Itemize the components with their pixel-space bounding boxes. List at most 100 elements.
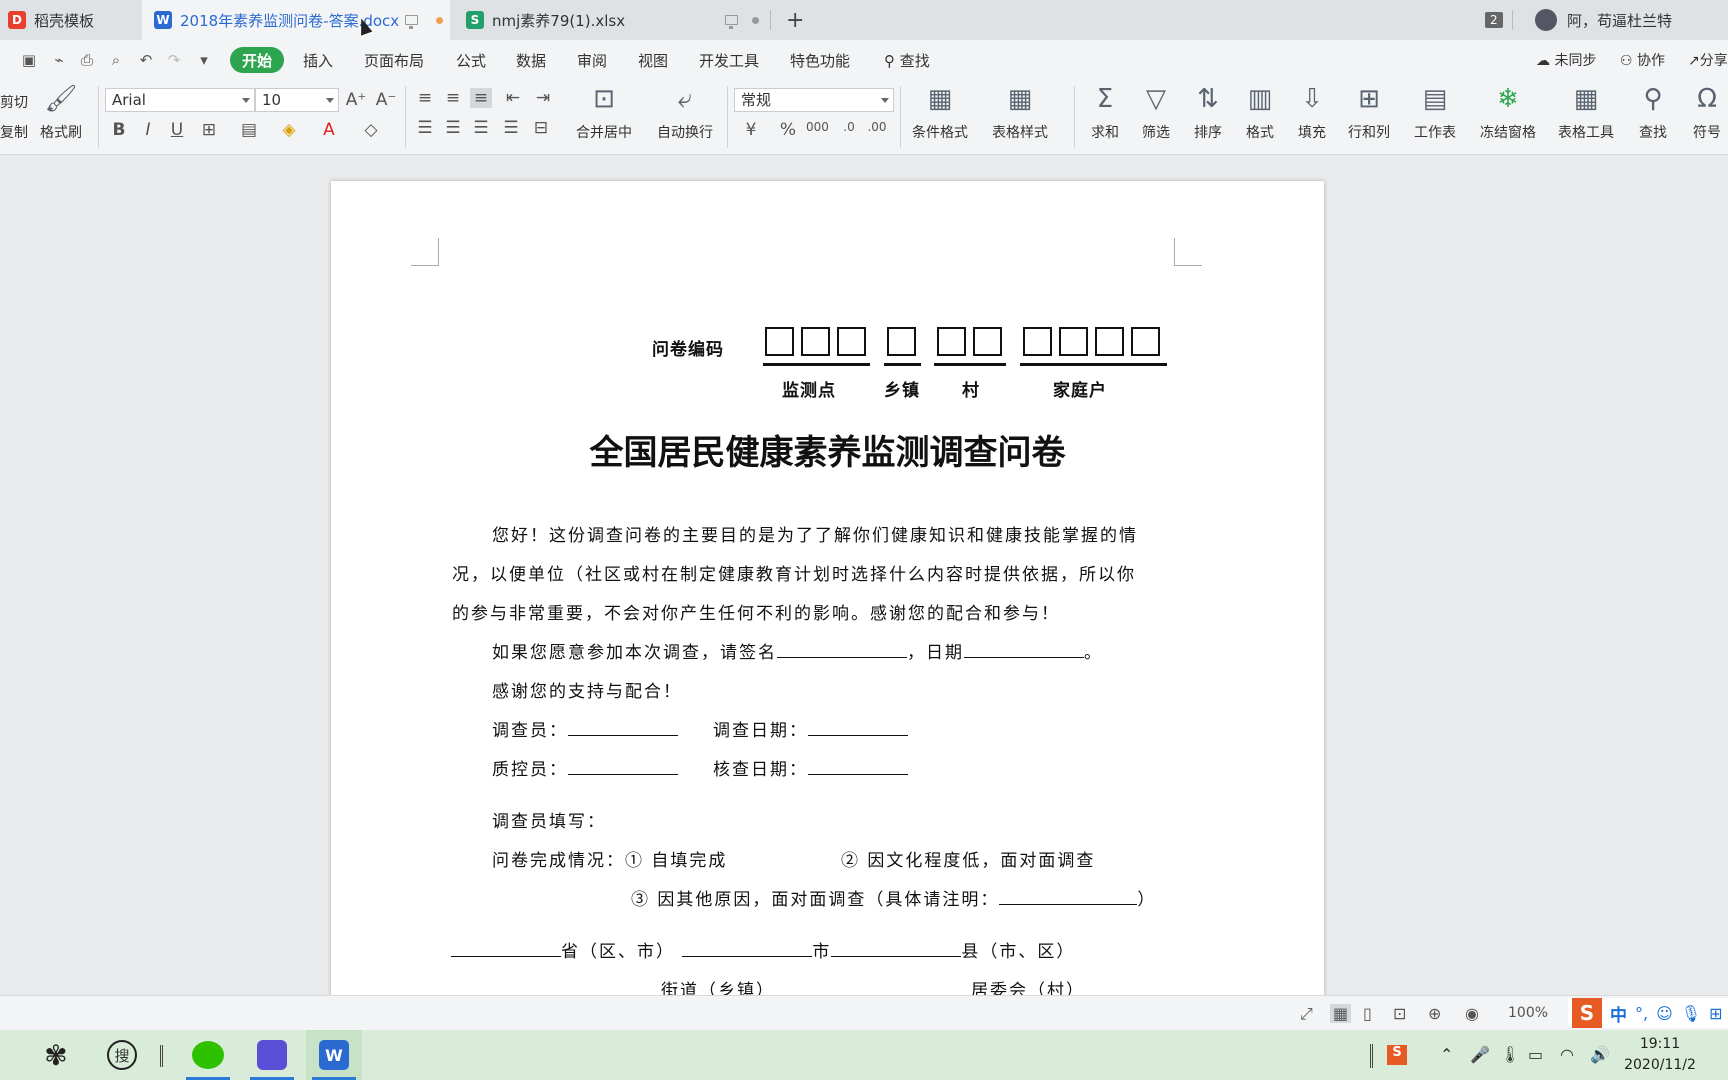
normal-view-icon[interactable]: ▦ xyxy=(1330,1004,1352,1023)
clock[interactable]: 19:11 2020/11/2 xyxy=(1620,1034,1700,1076)
tab-docer[interactable]: D 稻壳模板 xyxy=(8,0,138,40)
font-grow-icon[interactable]: A⁺ xyxy=(345,90,367,110)
merge-center-button[interactable]: ⊡ 合并居中 xyxy=(576,84,632,142)
document-page[interactable]: 问卷编码 监测点 乡镇 村 家庭户 全国居民健康素养监测调查问卷 您好！这份调查… xyxy=(331,181,1324,995)
border-icon[interactable]: ⊞ xyxy=(198,120,220,140)
table-style-button[interactable]: ▦ 表格样式 xyxy=(992,84,1048,142)
format-button[interactable]: ▥ 格式 xyxy=(1245,84,1275,142)
print-icon[interactable]: ⎙ xyxy=(78,51,96,69)
page-break-icon[interactable]: ⊡ xyxy=(1393,1004,1406,1023)
sogou-search-icon[interactable]: 搜 xyxy=(94,1030,150,1080)
wps-writer-icon[interactable]: W xyxy=(306,1030,362,1080)
sum-button[interactable]: Σ 求和 xyxy=(1090,84,1120,142)
signature-date-field[interactable] xyxy=(964,640,1084,658)
check-date-field[interactable] xyxy=(808,757,908,775)
menu-review[interactable]: 审阅 xyxy=(577,50,607,71)
user-menu[interactable]: 阿，苟逼杜兰特 xyxy=(1535,0,1672,40)
save-icon[interactable]: ▣ xyxy=(20,51,38,69)
city-field[interactable] xyxy=(682,939,813,957)
find-button[interactable]: ⚲ 查找 xyxy=(1638,84,1668,142)
county-field[interactable] xyxy=(831,939,962,957)
fill-color-icon[interactable]: ◈ xyxy=(278,120,300,140)
menu-insert[interactable]: 插入 xyxy=(303,50,333,71)
bold-icon[interactable]: B xyxy=(108,120,130,140)
page-view-icon[interactable]: ▯ xyxy=(1363,1004,1372,1023)
rowcol-button[interactable]: ⊞ 行和列 xyxy=(1348,84,1390,142)
qc-field[interactable] xyxy=(568,757,678,775)
menu-formula[interactable]: 公式 xyxy=(456,50,486,71)
cut-button[interactable]: 剪切 xyxy=(0,92,28,112)
menu-page-layout[interactable]: 页面布局 xyxy=(364,50,424,71)
speaker-icon[interactable]: 🔊 xyxy=(1590,1045,1610,1064)
option-2[interactable]: ② 因文化程度低，面对面调查 xyxy=(841,846,1095,871)
conditional-format-button[interactable]: ▦ 条件格式 xyxy=(912,84,968,142)
fill-button[interactable]: ⇩ 填充 xyxy=(1297,84,1327,142)
undo-icon[interactable]: ↶ xyxy=(137,51,155,69)
distribute-icon[interactable]: ⊟ xyxy=(530,118,552,138)
option-3[interactable]: ③ 因其他原因，面对面调查（具体请注明： ） xyxy=(631,885,1156,910)
align-middle-icon[interactable]: ≡ xyxy=(442,88,464,108)
share-button[interactable]: ↗分享 xyxy=(1688,50,1728,70)
menu-start[interactable]: 开始 xyxy=(230,47,284,73)
pinwheel-app-icon[interactable]: ✾ xyxy=(28,1030,84,1080)
document-workspace[interactable]: 问卷编码 监测点 乡镇 村 家庭户 全国居民健康素养监测调查问卷 您好！这份调查… xyxy=(0,156,1728,995)
menu-search[interactable]: ⚲ 查找 xyxy=(884,50,930,71)
align-right-icon[interactable]: ☰ xyxy=(470,118,492,138)
format-painter-button[interactable]: 🖌 格式刷 xyxy=(40,84,82,142)
wrap-text-button[interactable]: ⤶ 自动换行 xyxy=(657,84,713,142)
copy-button[interactable]: 复制 xyxy=(0,122,28,142)
font-color-icon[interactable]: A xyxy=(318,120,340,140)
decimal-increase-icon[interactable]: .0 xyxy=(838,120,860,134)
fullscreen-icon[interactable]: ⤢ xyxy=(1300,1004,1313,1024)
eraser-icon[interactable]: ◇ xyxy=(360,120,382,140)
underline-icon[interactable]: U xyxy=(166,120,188,140)
freeze-button[interactable]: ❄ 冻结窗格 xyxy=(1480,84,1536,142)
window-count[interactable]: 2 xyxy=(1485,0,1503,40)
thermometer-icon[interactable]: 🌡 xyxy=(1500,1045,1520,1064)
redo-icon[interactable]: ↷ xyxy=(165,51,183,69)
number-format-select[interactable]: 常规 xyxy=(734,88,894,112)
justify-icon[interactable]: ☰ xyxy=(500,118,522,138)
ime-toolbar[interactable]: S 中 °, ☺ 🎙 ⊞ xyxy=(1568,998,1728,1028)
new-tab-icon[interactable]: + xyxy=(786,0,804,40)
menu-special[interactable]: 特色功能 xyxy=(790,50,850,71)
format-painter-small-icon[interactable]: ⌁ xyxy=(50,51,68,69)
menu-data[interactable]: 数据 xyxy=(516,50,546,71)
eye-protect-icon[interactable]: ◉ xyxy=(1465,1004,1479,1023)
investigator-field[interactable] xyxy=(568,718,678,736)
percent-icon[interactable]: % xyxy=(777,120,799,140)
decimal-decrease-icon[interactable]: .00 xyxy=(866,120,888,134)
customize-icon[interactable]: ▾ xyxy=(195,51,213,69)
sort-button[interactable]: ⇅ 排序 xyxy=(1193,84,1223,142)
filter-button[interactable]: ▽ 筛选 xyxy=(1141,84,1171,142)
menu-view[interactable]: 视图 xyxy=(638,50,668,71)
option-self-fill[interactable]: 自填完成 xyxy=(651,851,727,871)
province-field[interactable] xyxy=(451,939,561,957)
font-size-select[interactable]: 10 xyxy=(255,88,339,112)
zoom-level[interactable]: 100% xyxy=(1508,1005,1548,1021)
microphone-icon[interactable]: 🎤 xyxy=(1470,1045,1490,1064)
tab-spreadsheet[interactable]: S nmj素养79(1).xlsx xyxy=(466,0,766,40)
sync-status[interactable]: ☁ 未同步 xyxy=(1536,50,1596,70)
cell-style-icon[interactable]: ▤ xyxy=(238,120,260,140)
indent-decrease-icon[interactable]: ⇤ xyxy=(502,88,524,108)
print-preview-icon[interactable]: ⌕ xyxy=(107,51,125,69)
battery-icon[interactable]: ▭ xyxy=(1528,1045,1543,1064)
font-shrink-icon[interactable]: A⁻ xyxy=(375,90,397,110)
chevron-up-icon[interactable]: ⌃ xyxy=(1440,1045,1453,1064)
table-tools-button[interactable]: ▦ 表格工具 xyxy=(1558,84,1614,142)
align-bottom-icon[interactable]: ≡ xyxy=(470,88,492,108)
menu-developer[interactable]: 开发工具 xyxy=(699,50,759,71)
reading-mode-icon[interactable]: ⊕ xyxy=(1428,1004,1441,1023)
close-dot-icon[interactable] xyxy=(752,16,760,24)
italic-icon[interactable]: I xyxy=(137,120,159,140)
video-app-icon[interactable] xyxy=(244,1030,300,1080)
other-reason-field[interactable] xyxy=(999,887,1138,905)
indent-increase-icon[interactable]: ⇥ xyxy=(532,88,554,108)
symbol-button[interactable]: Ω 符号 xyxy=(1692,84,1722,142)
investigate-date-field[interactable] xyxy=(808,718,908,736)
align-left-icon[interactable]: ☰ xyxy=(414,118,436,138)
collab-button[interactable]: ⚇ 协作 xyxy=(1620,50,1665,70)
tab-word-doc[interactable]: W 2018年素养监测问卷-答案.docx xyxy=(142,0,450,40)
font-name-select[interactable]: Arial xyxy=(105,88,255,112)
